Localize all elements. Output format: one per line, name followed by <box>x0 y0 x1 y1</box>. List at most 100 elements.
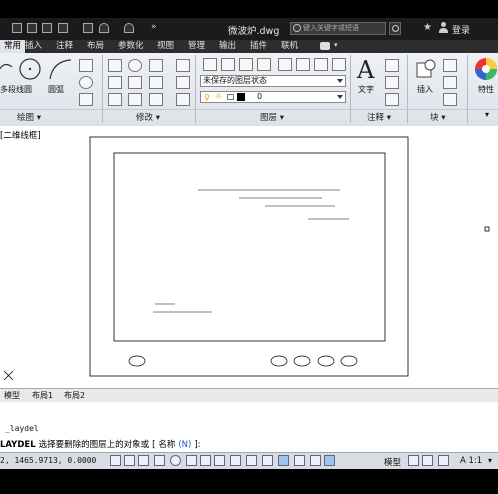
offset-button[interactable] <box>176 93 190 106</box>
tab-plugins[interactable]: 插件 <box>250 41 267 52</box>
dyn-toggle[interactable] <box>214 455 225 466</box>
layer-isolate-button[interactable] <box>239 58 253 71</box>
search-button[interactable] <box>389 22 401 35</box>
trim-button[interactable] <box>149 59 163 72</box>
option-bracket-open: [ <box>152 440 156 450</box>
pan-button[interactable] <box>438 455 449 466</box>
coordinates-readout[interactable]: 2, 1465.9713, 0.0000 <box>0 456 96 465</box>
tab-insert[interactable]: 插入 <box>25 41 42 52</box>
chevron-down-icon[interactable]: ▾ <box>488 456 492 465</box>
ortho-toggle[interactable] <box>138 455 149 466</box>
save-icon[interactable] <box>42 23 52 33</box>
layer-current-button[interactable] <box>296 58 310 71</box>
rotate-button[interactable] <box>128 59 142 72</box>
layer-off-button[interactable] <box>221 58 235 71</box>
workspace-toggle[interactable] <box>310 455 321 466</box>
chevron-down-icon[interactable]: ▾ <box>485 110 489 119</box>
block-attribute-button[interactable] <box>443 93 457 106</box>
user-icon[interactable] <box>439 22 448 33</box>
undo-icon[interactable] <box>99 23 109 33</box>
layer-match-button[interactable] <box>278 58 292 71</box>
current-layer-dropdown[interactable]: ♀ ☼ 0 <box>200 91 346 103</box>
tab-output[interactable]: 输出 <box>219 41 236 52</box>
layer-properties-button[interactable] <box>203 58 217 71</box>
annotation-scale[interactable]: A 1:1 <box>460 456 482 466</box>
hatch-button[interactable] <box>79 93 93 106</box>
tab-manage[interactable]: 管理 <box>188 41 205 52</box>
array-button[interactable] <box>149 93 163 106</box>
edit-block-button[interactable] <box>443 76 457 89</box>
login-link[interactable]: 登录 <box>452 23 470 36</box>
command-line[interactable]: _laydel LAYDEL 选择要删除的图层上的对象或 [ 名称 (N) ]: <box>0 402 498 452</box>
ducs-toggle[interactable] <box>200 455 211 466</box>
new-file-icon[interactable] <box>12 23 22 33</box>
layer-freeze-button[interactable] <box>257 58 271 71</box>
layer-panel-label[interactable]: 图层 ▾ <box>260 111 284 123</box>
command-prompt[interactable]: LAYDEL 选择要删除的图层上的对象或 [ 名称 (N) ]: <box>0 438 201 450</box>
fillet-button[interactable] <box>149 76 163 89</box>
polyline-icon[interactable] <box>0 57 14 81</box>
drawing-canvas[interactable]: [二维线框] <box>0 126 498 388</box>
tab-layout1[interactable]: 布局1 <box>32 390 53 401</box>
annotation-monitor-toggle[interactable] <box>294 455 305 466</box>
circle-icon[interactable] <box>18 57 42 81</box>
modify-panel-label[interactable]: 修改 ▾ <box>136 111 160 123</box>
copy-button[interactable] <box>108 76 122 89</box>
quick-view-layouts-button[interactable] <box>408 455 419 466</box>
insert-block-icon[interactable] <box>414 57 438 81</box>
panel-toggle-icon[interactable] <box>320 42 330 50</box>
block-panel-label[interactable]: 块 ▾ <box>430 111 445 123</box>
transparency-toggle[interactable] <box>246 455 257 466</box>
lineweight-toggle[interactable] <box>230 455 241 466</box>
isolate-toggle[interactable] <box>324 455 335 466</box>
color-wheel-icon[interactable] <box>474 57 498 81</box>
quick-view-drawings-button[interactable] <box>422 455 433 466</box>
annotation-panel-label[interactable]: 注释 ▾ <box>367 111 391 123</box>
explode-button[interactable] <box>176 76 190 89</box>
tab-online[interactable]: 联机 <box>281 41 298 52</box>
arc-label: 圆弧 <box>48 85 64 94</box>
leader-button[interactable] <box>385 76 399 89</box>
option-name[interactable]: 名称 <box>158 440 175 450</box>
model-space-button[interactable]: 模型 <box>384 456 401 468</box>
option-key[interactable]: (N) <box>178 440 191 450</box>
redo-icon[interactable] <box>124 23 134 33</box>
layer-state-dropdown[interactable]: 未保存的图层状态 <box>200 75 346 87</box>
arc-icon[interactable] <box>47 57 73 81</box>
mirror-button[interactable] <box>128 76 142 89</box>
move-button[interactable] <box>108 59 122 72</box>
search-input[interactable]: 键入关键字或短语 <box>290 22 386 35</box>
tab-layout2[interactable]: 布局2 <box>64 390 85 401</box>
layer-previous-button[interactable] <box>314 58 328 71</box>
erase-button[interactable] <box>176 59 190 72</box>
dimension-button[interactable] <box>385 59 399 72</box>
tab-layout[interactable]: 布局 <box>87 41 104 52</box>
layer-walk-button[interactable] <box>332 58 346 71</box>
create-block-button[interactable] <box>443 59 457 72</box>
selection-cycling-toggle[interactable] <box>278 455 289 466</box>
tab-home[interactable]: 常用 <box>0 40 26 53</box>
table-button[interactable] <box>385 93 399 106</box>
otrack-toggle[interactable] <box>186 455 197 466</box>
more-tools-icon[interactable]: » <box>151 22 157 32</box>
osnap-toggle[interactable] <box>170 455 181 466</box>
tab-parametric[interactable]: 参数化 <box>118 41 144 52</box>
save-as-icon[interactable] <box>58 23 68 33</box>
draw-panel-label[interactable]: 绘图 ▾ <box>17 111 41 123</box>
rectangle-button[interactable] <box>79 59 93 72</box>
open-file-icon[interactable] <box>27 23 37 33</box>
stretch-button[interactable] <box>108 93 122 106</box>
ellipse-button[interactable] <box>79 76 93 89</box>
scale-button[interactable] <box>128 93 142 106</box>
snap-toggle[interactable] <box>110 455 121 466</box>
text-icon[interactable]: A <box>357 56 374 84</box>
grid-toggle[interactable] <box>124 455 135 466</box>
tab-view[interactable]: 视图 <box>157 41 174 52</box>
polar-toggle[interactable] <box>154 455 165 466</box>
favorites-star-icon[interactable]: ★ <box>423 22 432 33</box>
tab-annotate[interactable]: 注释 <box>56 41 73 52</box>
quick-properties-toggle[interactable] <box>262 455 273 466</box>
chevron-down-icon[interactable]: ▾ <box>334 41 338 49</box>
tab-model[interactable]: 模型 <box>4 390 20 401</box>
print-icon[interactable] <box>83 23 93 33</box>
